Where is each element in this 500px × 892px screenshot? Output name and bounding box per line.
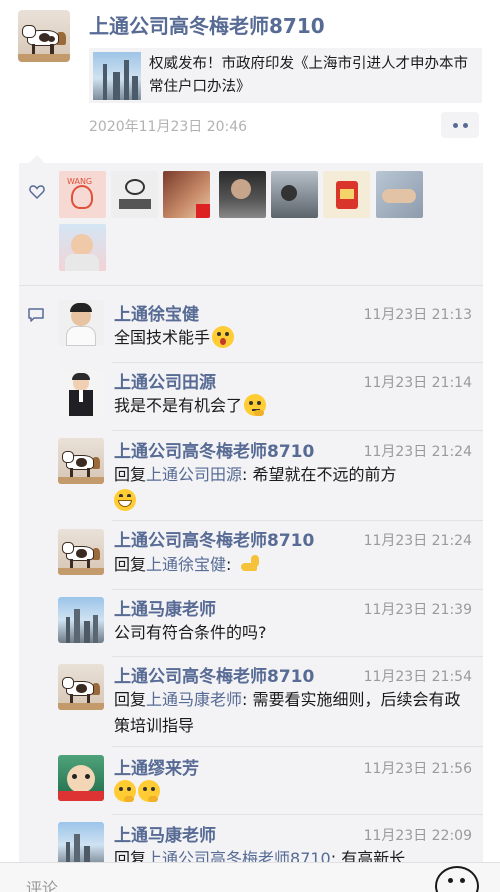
comment-divider [112,656,483,657]
commenter-avatar[interactable] [58,597,104,643]
comment-time: 11月23日 21:54 [363,669,472,685]
comment-time: 11月23日 21:56 [363,761,472,777]
comment-time: 11月23日 21:14 [363,375,472,391]
commenter-avatar[interactable] [58,664,104,710]
comment-divider [112,746,483,747]
comment-divider [112,589,483,590]
comment-text [114,779,464,805]
thinking-face-icon [244,394,267,416]
link-title: 权威发布！市政府印发《上海市引进人才申办本市常住户口办法》 [149,56,468,95]
liker-avatar[interactable] [163,171,210,218]
post-timestamp: 2020年11月23日 20:46 [89,119,248,135]
comment-divider [112,362,483,363]
liker-avatar[interactable] [219,171,266,218]
liker-avatar[interactable] [271,171,318,218]
likes-divider [19,285,483,286]
comment-time: 11月23日 21:24 [363,533,472,549]
comment-input-bar[interactable]: 评论 [0,862,500,892]
dot-icon [462,122,468,128]
comment-input[interactable]: 评论 [26,875,58,892]
liker-avatar[interactable] [59,224,106,271]
comment-divider [112,430,483,431]
reply-prefix: 回复 [114,465,147,484]
commenter-name[interactable]: 上通马康老师 [114,595,216,620]
commenter-name[interactable]: 上通公司高冬梅老师8710 [114,437,314,462]
comment-text: 全国技术能手 [114,325,464,351]
reply-prefix: 回复 [114,690,147,709]
flexed-biceps-icon [239,553,261,575]
thinking-face-icon [114,780,136,802]
comment-text: 公司有符合条件的吗? [114,620,464,646]
dot-icon [452,122,458,128]
commenter-avatar[interactable] [58,755,104,801]
reply-target-name[interactable]: 上通马康老师 [146,690,242,709]
commenter-avatar[interactable] [58,370,104,416]
commenter-name[interactable]: 上通公司高冬梅老师8710 [114,662,314,687]
heart-icon [29,185,45,200]
author-avatar[interactable] [18,10,70,62]
commenter-avatar[interactable] [58,529,104,575]
reply-target-name[interactable]: 上通公司田源 [146,465,242,484]
link-thumbnail [93,52,141,100]
surprised-face-icon [212,326,235,348]
commenter-name[interactable]: 上通公司高冬梅老师8710 [114,526,314,551]
comment-text: 回复上通徐宝健: [114,552,464,578]
comment-divider [112,520,483,521]
commenter-name[interactable]: 上通马康老师 [114,821,216,846]
comment-time: 11月23日 21:24 [363,444,472,460]
comment-time: 11月23日 21:39 [363,602,472,618]
liker-avatar[interactable] [111,171,158,218]
moment-post-header: 上通公司高冬梅老师8710 权威发布！市政府印发《上海市引进人才申办本市常住户口… [0,0,500,150]
comment-divider [112,814,483,815]
liker-avatar[interactable]: WANG [59,171,106,218]
comment-text: 我是不是有机会了 [114,393,464,419]
reply-prefix: 回复 [114,555,147,574]
commenter-name[interactable]: 上通公司田源 [114,368,216,393]
panel-pointer [29,155,45,163]
comment-body: : [226,555,237,574]
reply-target-name[interactable]: 上通徐宝健 [146,555,226,574]
thinking-face-icon [138,780,160,802]
smiley-icon [448,878,453,883]
comment-text: 回复上通马康老师: 需要看实施细则，后续会有政策培训指导 [114,687,464,739]
comment-time: 11月23日 21:13 [363,307,472,323]
smiley-icon [460,878,465,883]
comment-time: 11月23日 22:09 [363,828,472,844]
shared-link-card[interactable]: 权威发布！市政府印发《上海市引进人才申办本市常住户口办法》 [89,48,482,103]
comment-bubble-icon [28,308,44,322]
comment-text: 回复上通公司田源: 希望就在不远的前方 [114,462,464,514]
liker-avatar[interactable] [323,171,370,218]
commenter-avatar[interactable] [58,438,104,484]
grin-face-icon [114,489,136,511]
more-options-button[interactable] [441,112,479,138]
post-author-name[interactable]: 上通公司高冬梅老师8710 [89,10,325,39]
comment-body: 我是不是有机会了 [114,396,243,415]
commenter-name[interactable]: 上通徐宝健 [114,300,199,325]
liker-avatar[interactable] [376,171,423,218]
comment-body: 公司有符合条件的吗? [114,623,267,642]
commenter-name[interactable]: 上通缪来芳 [114,754,199,779]
comment-body: 全国技术能手 [114,328,211,347]
comment-body: : 希望就在不远的前方 [242,465,397,484]
commenter-avatar[interactable] [58,300,104,346]
